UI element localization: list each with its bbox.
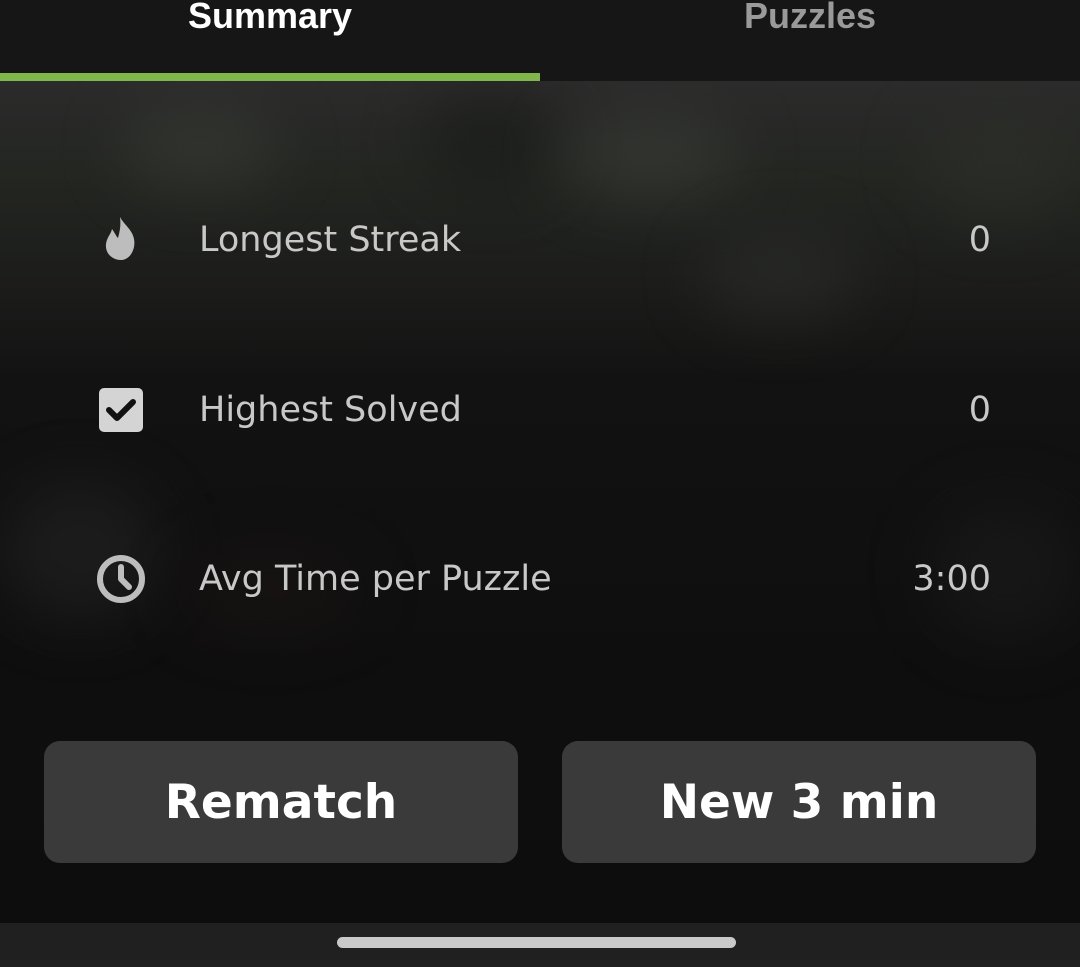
background-blur	[120, 101, 280, 191]
tab-puzzles[interactable]: Puzzles	[540, 0, 1080, 81]
stat-highest-solved: Highest Solved 0	[0, 370, 1080, 450]
stat-label: Longest Streak	[199, 220, 462, 260]
stat-value: 0	[968, 220, 991, 260]
tab-selected-indicator	[0, 73, 540, 81]
rematch-button[interactable]: Rematch	[44, 741, 518, 863]
tab-summary[interactable]: Summary	[0, 0, 540, 81]
tab-puzzles-label: Puzzles	[743, 0, 877, 36]
background-blur	[560, 111, 740, 201]
home-gesture-handle[interactable]	[337, 937, 736, 948]
checkbox-icon	[96, 385, 146, 435]
background-blur	[420, 91, 560, 191]
stat-avg-time: Avg Time per Puzzle 3:00	[0, 539, 1080, 619]
new-game-button-label: New 3 min	[659, 774, 939, 830]
new-game-button[interactable]: New 3 min	[562, 741, 1036, 863]
flame-icon	[96, 215, 146, 265]
stat-value: 3:00	[912, 559, 991, 599]
stat-label: Avg Time per Puzzle	[199, 559, 552, 599]
rematch-button-label: Rematch	[164, 774, 398, 830]
stat-longest-streak: Longest Streak 0	[0, 200, 1080, 280]
tab-summary-label: Summary	[187, 0, 353, 36]
stat-value: 0	[968, 390, 991, 430]
clock-icon	[96, 554, 146, 604]
stat-label: Highest Solved	[199, 390, 462, 430]
system-nav-bar	[0, 923, 1080, 967]
tab-bar: Summary Puzzles	[0, 0, 1080, 81]
